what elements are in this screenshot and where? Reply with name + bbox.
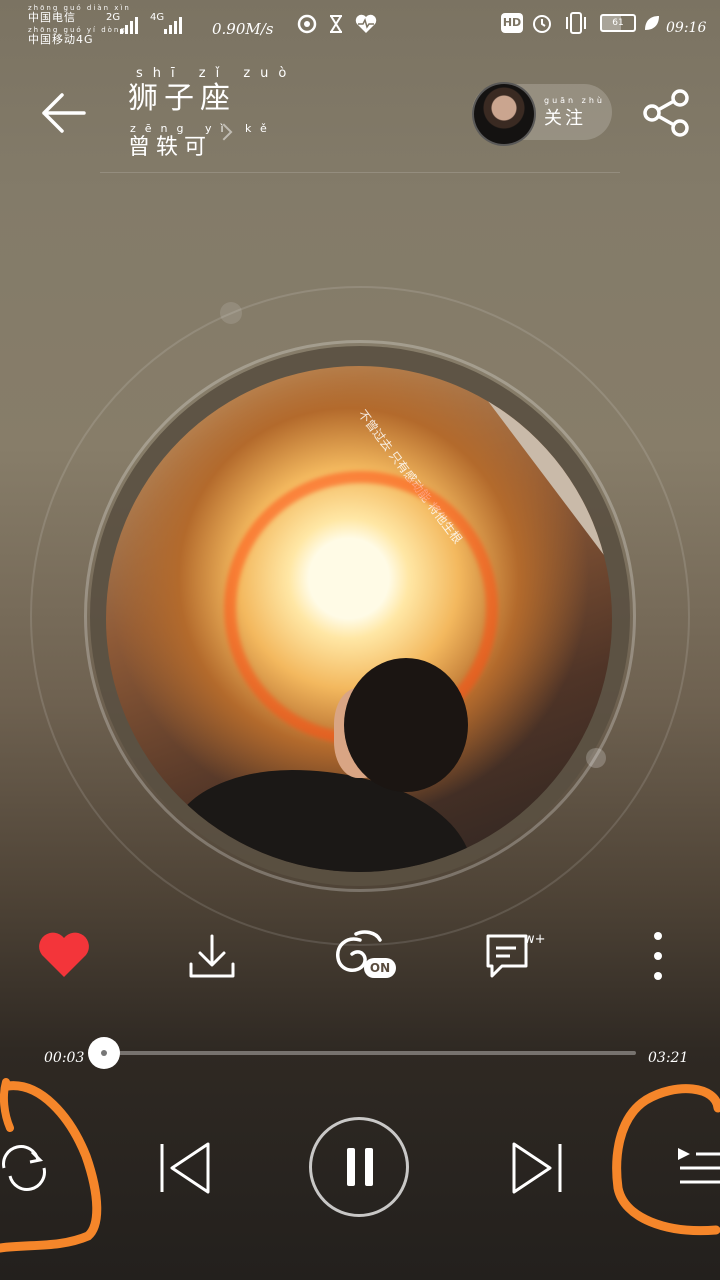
- album-cover[interactable]: 不曾过去 只有感动能 将他生根: [106, 366, 612, 872]
- heart-pulse-icon: [355, 14, 377, 34]
- more-dots-icon: [654, 932, 662, 980]
- song-title-pinyin: shī zǐ zuò: [136, 66, 297, 81]
- carrier-2-pinyin: zhōng guó yí dòng: [28, 26, 127, 34]
- network-2g-label: 2G: [106, 12, 121, 23]
- clock: 09:16: [666, 20, 707, 36]
- like-heart-icon[interactable]: [36, 930, 92, 980]
- carrier-1-pinyin: zhōng guó diàn xìn: [28, 4, 131, 12]
- vibrate-icon: [566, 12, 586, 34]
- share-icon[interactable]: [640, 88, 692, 138]
- hd-badge: HD: [501, 13, 523, 33]
- progress-track[interactable]: [100, 1051, 636, 1055]
- header-divider: [100, 172, 620, 173]
- battery-icon: 61: [600, 14, 636, 32]
- download-icon[interactable]: [186, 930, 238, 982]
- sound-effect-button[interactable]: ON: [330, 928, 400, 980]
- previous-track-icon[interactable]: [156, 1140, 216, 1196]
- orbit-dot-right: [586, 748, 606, 768]
- comment-count-badge: w+: [524, 932, 546, 947]
- netease-icon: [297, 14, 317, 34]
- duration-time: 03:21: [648, 1050, 689, 1066]
- back-arrow-icon[interactable]: [38, 90, 88, 136]
- elapsed-time: 00:03: [44, 1050, 85, 1066]
- comment-button[interactable]: w+: [484, 930, 554, 982]
- annotation-circle-left: [0, 1078, 102, 1253]
- annotation-circle-right: [612, 1084, 720, 1236]
- pause-button[interactable]: [309, 1117, 409, 1217]
- follow-label[interactable]: 关注: [544, 104, 586, 130]
- next-track-icon[interactable]: [506, 1140, 566, 1196]
- orbit-dot-top: [220, 302, 242, 324]
- network-4g-label: 4G: [150, 12, 165, 23]
- carrier-2: zhōng guó yí dòng 中国移动4G: [28, 26, 127, 45]
- signal-icon-2: [164, 14, 182, 34]
- carrier-2-name: 中国移动4G: [28, 33, 94, 46]
- sound-effect-on-badge: ON: [364, 958, 396, 978]
- alarm-icon: [533, 15, 551, 33]
- signal-icon-1: [120, 14, 138, 34]
- more-options-button[interactable]: [650, 930, 666, 982]
- artist-avatar[interactable]: [472, 82, 536, 146]
- pause-icon-left: [347, 1148, 355, 1186]
- pause-icon-right: [365, 1148, 373, 1186]
- progress-knob[interactable]: [88, 1037, 120, 1069]
- hourglass-icon: [330, 15, 342, 33]
- battery-level: 61: [612, 18, 624, 28]
- song-title: 狮子座: [128, 81, 236, 116]
- artist-pinyin: zēng yì kě: [130, 122, 276, 135]
- network-speed: 0.90M/s: [212, 20, 274, 38]
- cover-figure-hair: [344, 658, 468, 792]
- artist-name[interactable]: 曾轶可: [128, 136, 296, 160]
- leaf-icon: [645, 16, 659, 30]
- song-info[interactable]: shī zǐ zuò 狮子座 zēng yì kě 曾轶可: [128, 66, 296, 160]
